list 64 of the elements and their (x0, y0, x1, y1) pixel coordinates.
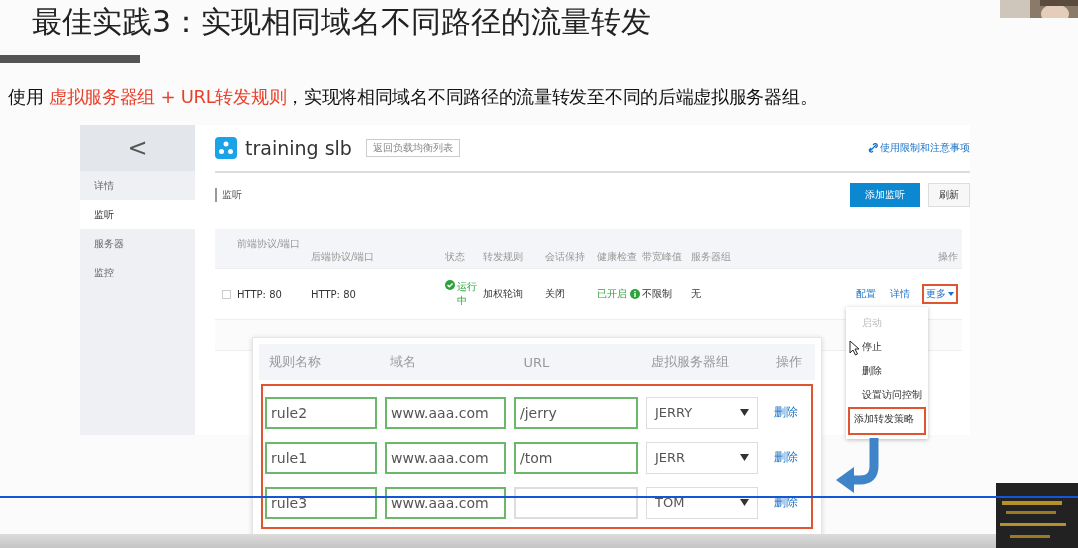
column-header: 域名 (390, 353, 418, 371)
menu-item[interactable]: 设置访问控制 (846, 383, 928, 407)
column-header: URL (523, 354, 551, 370)
sidebar-item[interactable]: 详情 (80, 171, 195, 200)
menu-item[interactable]: 删除 (846, 359, 928, 383)
column-header: 带宽峰值 (642, 250, 683, 264)
back-link[interactable]: 返回负载均衡列表 (365, 139, 460, 157)
table-cell-text: 不限制 (642, 287, 673, 301)
column-header: 状态 (445, 250, 466, 264)
add-listener-button[interactable]: 添加监听 (850, 183, 920, 207)
sidebar-item[interactable]: 服务器 (80, 229, 195, 258)
column-header: 转发规则 (483, 250, 524, 264)
table-cell-text: HTTP: 80 (311, 288, 357, 300)
app-logo-icon (215, 137, 237, 159)
table-cell-text: 无 (691, 287, 702, 301)
domain-field[interactable]: www.aaa.com (385, 486, 506, 519)
domain-field[interactable]: www.aaa.com (385, 441, 506, 474)
action-link[interactable]: 详情 (888, 284, 912, 304)
column-header: 前端协议/端口 (237, 237, 302, 251)
rule-name-field[interactable]: rule3 (265, 486, 377, 519)
help-link[interactable]: 使用限制和注意事项 (868, 141, 970, 155)
column-header: 健康检查 (597, 250, 638, 264)
menu-item[interactable]: 停止 (846, 335, 928, 359)
status-text: 运行中 (457, 280, 478, 308)
back-button[interactable]: < (80, 125, 195, 171)
column-header: 后端协议/端口 (311, 250, 376, 264)
instance-title: training slb (245, 137, 352, 159)
domain-field[interactable]: www.aaa.com (385, 396, 506, 429)
link-icon (868, 143, 878, 153)
menu-item[interactable]: 添加转发策略 (848, 407, 926, 435)
more-dropdown[interactable]: 更多 (922, 284, 958, 304)
url-field[interactable] (514, 486, 638, 519)
server-group-select[interactable]: JERR (646, 441, 758, 474)
info-icon (630, 289, 640, 299)
slide-title: 最佳实践3：实现相同域名不同路径的流量转发 (32, 3, 652, 41)
server-group-select[interactable]: TOM (646, 486, 758, 519)
server-group-select[interactable]: JERRY (646, 396, 758, 429)
column-header: 操作 (937, 250, 959, 264)
cursor-icon (849, 340, 860, 356)
rule-name-field[interactable]: rule2 (265, 396, 377, 429)
url-field[interactable]: /tom (514, 441, 638, 474)
delete-link[interactable]: 删除 (774, 449, 798, 466)
url-field[interactable]: /jerry (514, 396, 638, 429)
row-checkbox[interactable] (221, 289, 231, 299)
rule-name-field[interactable]: rule1 (265, 441, 377, 474)
delete-link[interactable]: 删除 (774, 404, 798, 421)
slide-subtitle: 使用 虚拟服务器组 + URL转发规则，实现将相同域名不同路径的流量转发至不同的后端虚拟服务器组。 (7, 85, 819, 109)
section-title: 监听 (215, 188, 242, 202)
caret-icon (740, 409, 749, 416)
column-header: 规则名称 (268, 353, 322, 371)
column-header: 服务器组 (691, 250, 732, 264)
column-header: 操作 (775, 353, 803, 371)
caret-icon (740, 454, 749, 461)
health-status-text: 已开启 (597, 287, 627, 301)
table-cell-text: HTTP: 80 (237, 288, 283, 300)
table-cell-text: 关闭 (545, 287, 566, 301)
action-link[interactable]: 配置 (854, 284, 878, 304)
column-header: 会话保持 (545, 250, 586, 264)
sidebar-item[interactable]: 监控 (80, 258, 195, 287)
table-cell-text: 加权轮询 (483, 287, 524, 301)
sidebar-item[interactable]: 监听 (80, 200, 195, 229)
refresh-button[interactable]: 刷新 (928, 183, 970, 207)
check-circle-icon (445, 280, 455, 290)
column-header: 虚拟服务器组 (650, 353, 730, 371)
